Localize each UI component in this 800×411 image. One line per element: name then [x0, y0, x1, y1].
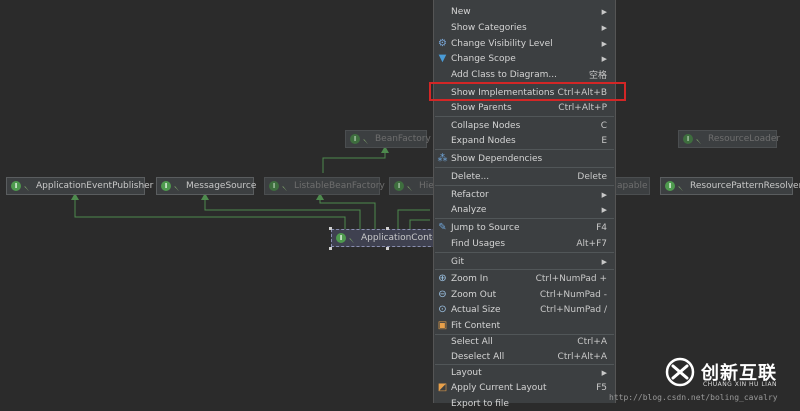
dependencies-icon: ⁂: [437, 153, 448, 164]
leaf-icon: ৲: [282, 181, 287, 190]
filter-icon: ▼: [438, 53, 447, 64]
menu-item-refactor[interactable]: Refactor ▶: [434, 187, 615, 202]
node-label: ApplicationEventPublisher: [36, 181, 154, 191]
interface-icon: I: [350, 134, 360, 144]
node-label: ListableBeanFactory: [294, 181, 385, 191]
brand-logo: 创新互联 CHUANG XIN HU LIAN: [665, 355, 800, 393]
menu-item-zoom-out[interactable]: ⊖ Zoom Out Ctrl+NumPad -: [434, 287, 615, 302]
menu-separator: [435, 149, 614, 150]
leaf-icon: ৲: [349, 233, 354, 242]
menu-separator: [435, 167, 614, 168]
brand-logo-icon: [665, 357, 695, 387]
leaf-icon: ৲: [363, 134, 368, 143]
menu-item-change-visibility-level[interactable]: ⚙ Change Visibility Level ▶: [434, 36, 615, 51]
menu-item-collapse-nodes[interactable]: Collapse Nodes C: [434, 118, 615, 133]
zoom-out-icon: ⊖: [438, 289, 447, 300]
node-message-source[interactable]: I ৲ MessageSource: [156, 177, 257, 195]
menu-separator: [435, 252, 614, 253]
selection-handle[interactable]: [386, 247, 389, 250]
menu-item-new[interactable]: New ▶: [434, 4, 615, 19]
node-resource-loader[interactable]: I ৲ ResourceLoader: [678, 130, 781, 148]
selection-handle[interactable]: [329, 247, 332, 250]
diagram-edges: [71, 146, 430, 230]
menu-item-select-all[interactable]: Select All Ctrl+A: [434, 334, 615, 349]
highlight-box: [429, 82, 626, 101]
leaf-icon: ৲: [24, 181, 29, 190]
watermark-url: http://blog.csdn.net/boling_cavalry: [609, 393, 778, 402]
leaf-icon: ৲: [174, 181, 179, 190]
selection-handle[interactable]: [386, 227, 389, 230]
submenu-arrow-icon: ▶: [601, 39, 607, 48]
node-listable-bean-factory[interactable]: I ৲ ListableBeanFactory: [264, 177, 385, 195]
node-resource-pattern-resolver[interactable]: I ৲ ResourcePatternResolver: [660, 177, 800, 195]
menu-item-jump-to-source[interactable]: ✎ Jump to Source F4: [434, 220, 615, 235]
submenu-arrow-icon: ▶: [601, 7, 607, 16]
menu-item-fit-content[interactable]: ▣ Fit Content: [434, 318, 615, 333]
interface-icon: I: [665, 181, 675, 191]
node-label: BeanFactory: [375, 134, 431, 144]
selection-handle[interactable]: [329, 227, 332, 230]
menu-separator: [435, 116, 614, 117]
menu-separator: [435, 185, 614, 186]
interface-icon: I: [269, 181, 279, 191]
submenu-arrow-icon: ▶: [601, 205, 607, 214]
menu-item-analyze[interactable]: Analyze ▶: [434, 202, 615, 217]
apply-layout-icon: ◩: [437, 382, 448, 393]
interface-icon: I: [394, 181, 404, 191]
submenu-arrow-icon: ▶: [601, 257, 607, 266]
submenu-arrow-icon: ▶: [601, 54, 607, 63]
interface-icon: I: [161, 181, 171, 191]
menu-item-show-categories[interactable]: Show Categories ▶: [434, 20, 615, 35]
visibility-icon: ⚙: [438, 38, 447, 49]
leaf-icon: ৲: [678, 181, 683, 190]
menu-item-delete[interactable]: Delete... Delete: [434, 169, 615, 184]
node-hierarchical-bean-factory[interactable]: I ৲ Hier: [389, 177, 439, 195]
interface-icon: I: [336, 233, 346, 243]
menu-separator: [435, 218, 614, 219]
menu-item-actual-size[interactable]: ⊙ Actual Size Ctrl+NumPad /: [434, 302, 615, 317]
actual-size-icon: ⊙: [438, 304, 447, 315]
submenu-arrow-icon: ▶: [601, 23, 607, 32]
menu-item-git[interactable]: Git ▶: [434, 254, 615, 269]
submenu-arrow-icon: ▶: [601, 368, 607, 377]
menu-item-apply-current-layout[interactable]: ◩ Apply Current Layout F5: [434, 380, 615, 395]
menu-item-export-to-file[interactable]: Export to file: [434, 396, 615, 411]
menu-item-layout[interactable]: Layout ▶: [434, 365, 615, 380]
node-label: ApplicationConte: [361, 233, 438, 243]
interface-icon: I: [683, 134, 693, 144]
edit-source-icon: ✎: [438, 222, 447, 233]
menu-item-change-scope[interactable]: ▼ Change Scope ▶: [434, 51, 615, 66]
node-application-context[interactable]: I ৲ ApplicationConte: [331, 229, 441, 247]
leaf-icon: ৲: [696, 134, 701, 143]
node-environment-capable[interactable]: apable: [613, 177, 650, 195]
zoom-in-icon: ⊕: [438, 273, 447, 284]
context-menu: New ▶ Show Categories ▶ ⚙ Change Visibilit…: [433, 0, 616, 409]
interface-icon: I: [11, 181, 21, 191]
node-application-event-publisher[interactable]: I ৲ ApplicationEventPublisher: [6, 177, 153, 195]
menu-item-zoom-in[interactable]: ⊕ Zoom In Ctrl+NumPad +: [434, 271, 615, 286]
menu-separator: [435, 269, 614, 270]
menu-item-find-usages[interactable]: Find Usages Alt+F7: [434, 236, 615, 251]
node-label: apable: [617, 181, 648, 191]
menu-item-add-class-to-diagram[interactable]: Add Class to Diagram... 空格: [434, 67, 615, 82]
leaf-icon: ৲: [407, 181, 412, 190]
fit-content-icon: ▣: [437, 320, 448, 331]
menu-item-show-dependencies[interactable]: ⁂ Show Dependencies: [434, 151, 615, 166]
menu-item-show-parents[interactable]: Show Parents Ctrl+Alt+P: [434, 100, 615, 115]
node-label: ResourceLoader: [708, 134, 781, 144]
node-label: ResourcePatternResolver: [690, 181, 800, 191]
menu-item-deselect-all[interactable]: Deselect All Ctrl+Alt+A: [434, 349, 615, 364]
node-bean-factory[interactable]: I ৲ BeanFactory: [345, 130, 431, 148]
node-label: MessageSource: [186, 181, 257, 191]
submenu-arrow-icon: ▶: [601, 190, 607, 199]
brand-logo-subtext: CHUANG XIN HU LIAN: [703, 381, 778, 388]
menu-item-expand-nodes[interactable]: Expand Nodes E: [434, 133, 615, 148]
